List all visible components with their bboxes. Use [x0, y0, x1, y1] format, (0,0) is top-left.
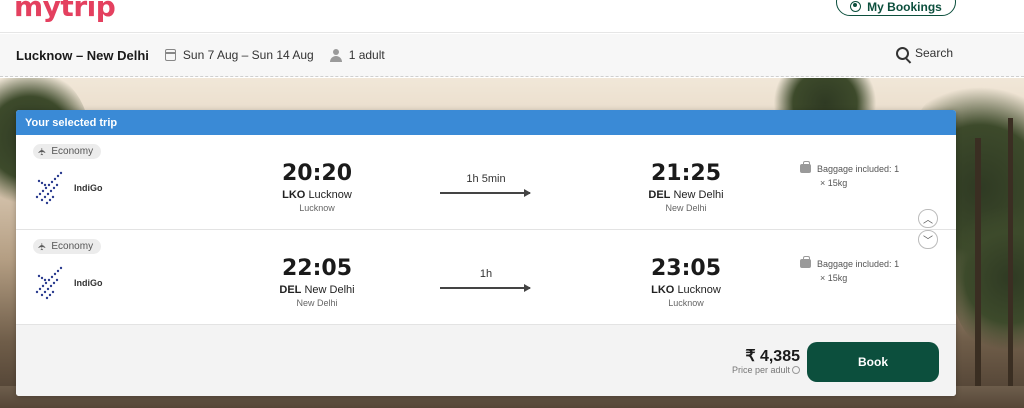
total-price: ₹ 4,385	[745, 348, 800, 365]
arrival-airport: New Delhi	[673, 189, 724, 201]
arrival-city: New Delhi	[665, 203, 707, 213]
search-summary-bar: Lucknow – New Delhi Sun 7 Aug – Sun 14 A…	[0, 34, 1024, 77]
arrow-right-icon	[440, 283, 531, 292]
user-icon	[850, 1, 862, 12]
departure-city: New Delhi	[296, 298, 338, 308]
departure-city: Lucknow	[299, 203, 335, 213]
duration-label: 1h	[479, 268, 493, 280]
price-note-label: Price per adult	[731, 365, 790, 375]
search-icon	[896, 46, 909, 60]
baggage-info: Baggage included: 1 × 15kg	[800, 161, 920, 190]
arrival-info: 23:05 LKO Lucknow Lucknow	[621, 256, 751, 309]
baggage-info: Baggage included: 1 × 15kg	[800, 256, 920, 285]
chevron-up-icon: ︿	[923, 215, 933, 226]
flight-leg-return: ✈ Economy IndiGo 22:05 DEL New Delhi New…	[16, 230, 956, 325]
passenger-count: 1 adult	[348, 48, 385, 62]
departure-time: 20:20	[281, 161, 353, 186]
plane-icon: ✈	[37, 147, 49, 156]
person-icon	[329, 48, 342, 62]
selected-trip-card: Your selected trip ✈ Economy IndiGo 20:2…	[16, 110, 956, 396]
cabin-badge: ✈ Economy	[33, 144, 102, 159]
indigo-logo-icon	[35, 171, 63, 205]
arrival-code: DEL	[648, 189, 671, 201]
departure-airport: Lucknow	[308, 189, 352, 201]
top-header: mytrip My Bookings	[0, 0, 1024, 33]
arrow-right-icon	[440, 188, 531, 197]
baggage-line-2: × 15kg	[820, 272, 848, 283]
arrival-place: DEL New Delhi	[621, 189, 751, 201]
calendar-icon	[164, 49, 176, 61]
departure-info: 20:20 LKO Lucknow Lucknow	[252, 161, 382, 214]
departure-airport: New Delhi	[304, 284, 355, 296]
baggage-line-1: Baggage included: 1	[817, 259, 900, 269]
departure-place: LKO Lucknow	[252, 189, 382, 201]
baggage-line-1: Baggage included: 1	[817, 164, 900, 174]
plane-icon: ✈	[37, 242, 49, 251]
arrival-city: Lucknow	[668, 298, 704, 308]
flight-duration: 1h	[440, 268, 532, 292]
route-title: Lucknow – New Delhi	[16, 47, 149, 63]
departure-code: DEL	[279, 284, 302, 296]
luggage-icon	[800, 161, 811, 173]
baggage-line-2: × 15kg	[820, 177, 848, 188]
departure-time: 22:05	[281, 256, 353, 281]
chevron-down-icon: ﹀	[923, 236, 933, 247]
cabin-label: Economy	[51, 146, 94, 157]
airline-name: IndiGo	[74, 183, 103, 193]
scroll-down-button[interactable]: ﹀	[918, 230, 938, 249]
price-footer: ₹ 4,385 Price per adult Book	[16, 325, 956, 396]
book-button[interactable]: Book	[807, 342, 939, 382]
search-label: Search	[915, 46, 954, 60]
my-bookings-label: My Bookings	[867, 0, 942, 14]
luggage-icon	[800, 256, 811, 268]
indigo-logo-icon	[35, 266, 63, 300]
card-title: Your selected trip	[16, 110, 956, 135]
departure-info: 22:05 DEL New Delhi New Delhi	[252, 256, 382, 309]
arrival-code: LKO	[651, 284, 675, 296]
arrival-place: LKO Lucknow	[621, 284, 751, 296]
cabin-badge: ✈ Economy	[33, 239, 102, 254]
cabin-label: Economy	[51, 241, 94, 252]
departure-code: LKO	[282, 189, 306, 201]
my-bookings-button[interactable]: My Bookings	[836, 0, 956, 16]
flight-duration: 1h 5min	[440, 173, 532, 197]
arrival-time: 21:25	[650, 161, 722, 186]
scroll-up-button[interactable]: ︿	[918, 209, 938, 228]
departure-place: DEL New Delhi	[252, 284, 382, 296]
search-button[interactable]: Search	[896, 46, 953, 60]
info-icon[interactable]	[792, 366, 800, 374]
arrival-info: 21:25 DEL New Delhi New Delhi	[621, 161, 751, 214]
mytrip-logo[interactable]: mytrip	[14, 0, 116, 23]
duration-label: 1h 5min	[466, 173, 506, 185]
travel-dates: Sun 7 Aug – Sun 14 Aug	[182, 48, 314, 62]
arrival-airport: Lucknow	[677, 284, 721, 296]
flight-leg-outbound: ✈ Economy IndiGo 20:20 LKO Lucknow Luckn…	[16, 135, 956, 230]
airline-name: IndiGo	[74, 278, 103, 288]
price-note: Price per adult	[706, 365, 800, 375]
arrival-time: 23:05	[650, 256, 722, 281]
